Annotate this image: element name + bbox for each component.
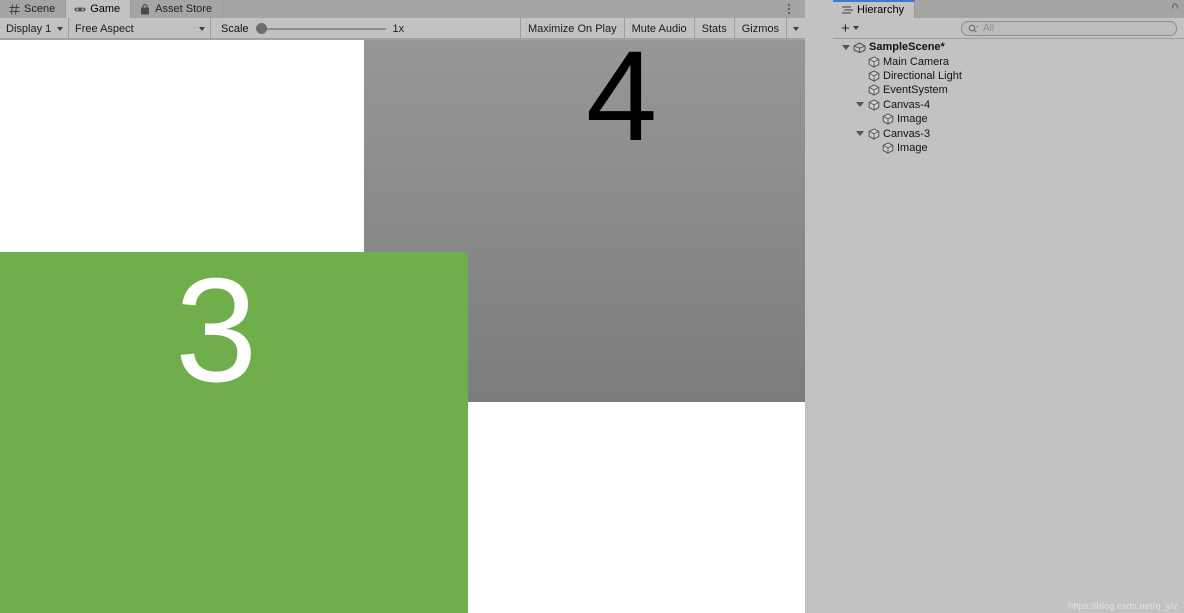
kebab-menu-icon[interactable] [783, 3, 795, 15]
hierarchy-row-label: Canvas-3 [881, 128, 930, 140]
lock-icon[interactable] [1168, 2, 1182, 16]
list-icon [841, 4, 853, 16]
hierarchy-row-label: Image [895, 142, 928, 154]
stats-label: Stats [702, 23, 727, 35]
gameobject-icon [866, 84, 881, 96]
gizmos-label: Gizmos [742, 23, 779, 35]
gizmos-button[interactable]: Gizmos [735, 18, 786, 39]
display-dropdown[interactable]: Display 1 [0, 18, 68, 39]
gameobject-icon [866, 70, 881, 82]
hierarchy-row-canvas-3[interactable]: Canvas-3 [833, 126, 1184, 140]
scale-slider[interactable] [256, 18, 386, 39]
hierarchy-row-label: Main Camera [881, 56, 949, 68]
hierarchy-search-placeholder: All [983, 23, 994, 34]
slider-knob[interactable] [256, 23, 267, 34]
hierarchy-row-label: Image [895, 113, 928, 125]
hierarchy-row-eventsystem[interactable]: EventSystem [833, 83, 1184, 97]
mute-audio-button[interactable]: Mute Audio [625, 18, 694, 39]
hierarchy-row-main-camera[interactable]: Main Camera [833, 54, 1184, 68]
tab-scene-label: Scene [24, 3, 55, 15]
plus-icon: + [841, 21, 850, 36]
hierarchy-row-directional-light[interactable]: Directional Light [833, 69, 1184, 83]
gameobject-icon [880, 142, 895, 154]
gamepad-icon [74, 3, 86, 15]
tab-hierarchy[interactable]: Hierarchy [833, 0, 915, 18]
hierarchy-tree[interactable]: SampleScene* Main Camera Directional Light… [833, 40, 1184, 613]
scale-value: 1x [393, 23, 405, 35]
scale-control: Scale 1x [211, 18, 412, 39]
viewport-white-area [468, 402, 805, 613]
unity-editor-window: Scene Game [0, 0, 1184, 613]
add-gameobject-button[interactable]: + [833, 18, 865, 39]
tab-game-label: Game [90, 3, 120, 15]
expand-triangle-down-icon[interactable] [853, 131, 866, 136]
hierarchy-tabstrip: Hierarchy [833, 0, 1184, 18]
hierarchy-row-label: EventSystem [881, 84, 948, 96]
mute-audio-label: Mute Audio [632, 23, 687, 35]
tab-scene[interactable]: Scene [0, 0, 66, 18]
hierarchy-row-image[interactable]: Image [833, 112, 1184, 126]
hierarchy-search-input[interactable]: All [961, 21, 1177, 36]
maximize-on-play-button[interactable]: Maximize On Play [521, 18, 624, 39]
hierarchy-row-image[interactable]: Image [833, 141, 1184, 155]
gameobject-icon [866, 56, 881, 68]
aspect-dropdown[interactable]: Free Aspect [69, 18, 210, 39]
toolbar-spacer [412, 18, 520, 38]
gameobject-icon [866, 128, 881, 140]
slider-track [256, 28, 386, 30]
gameobject-icon [866, 99, 881, 111]
game-view-toolbar: Display 1 Free Aspect Scale 1x Maximize [0, 18, 805, 39]
tabstrip-empty-area [915, 0, 1184, 18]
hierarchy-row-label: Directional Light [881, 70, 962, 82]
chevron-down-icon [57, 27, 63, 31]
scale-label: Scale [221, 23, 249, 35]
hierarchy-dock-panel: Hierarchy + [833, 0, 1184, 613]
tab-asset-store[interactable]: Asset Store [131, 0, 223, 18]
shopping-bag-icon [139, 3, 151, 15]
hierarchy-row-canvas-4[interactable]: Canvas-4 [833, 98, 1184, 112]
tab-game[interactable]: Game [66, 0, 131, 18]
grid-icon [8, 3, 20, 15]
tab-asset-store-label: Asset Store [155, 3, 212, 15]
expand-triangle-down-icon[interactable] [839, 45, 852, 50]
aspect-dropdown-label: Free Aspect [75, 23, 134, 35]
tab-hierarchy-label: Hierarchy [857, 4, 904, 16]
game-viewport[interactable]: 4 3 [0, 40, 805, 613]
game-dock-panel: Scene Game [0, 0, 805, 613]
hierarchy-row-label: Canvas-4 [881, 99, 930, 111]
hierarchy-toolbar: + All [833, 18, 1184, 39]
expand-triangle-down-icon[interactable] [853, 102, 866, 107]
gameobject-icon [880, 113, 895, 125]
hierarchy-row-samplescene[interactable]: SampleScene* [833, 40, 1184, 54]
gizmos-dropdown[interactable] [787, 18, 805, 39]
tabstrip-empty-area [223, 0, 805, 18]
chevron-down-icon [793, 27, 799, 31]
scene-icon [852, 42, 867, 53]
stats-button[interactable]: Stats [695, 18, 734, 39]
canvas-3-image: 3 [0, 252, 468, 613]
search-icon [968, 24, 979, 34]
canvas-4-numeral: 4 [586, 40, 657, 161]
game-dock-tabstrip: Scene Game [0, 0, 805, 18]
display-dropdown-label: Display 1 [6, 23, 51, 35]
hierarchy-row-label: SampleScene* [867, 41, 945, 53]
chevron-down-icon [199, 27, 205, 31]
chevron-down-icon [853, 26, 859, 30]
canvas-3-numeral: 3 [175, 257, 257, 405]
maximize-on-play-label: Maximize On Play [528, 23, 617, 35]
